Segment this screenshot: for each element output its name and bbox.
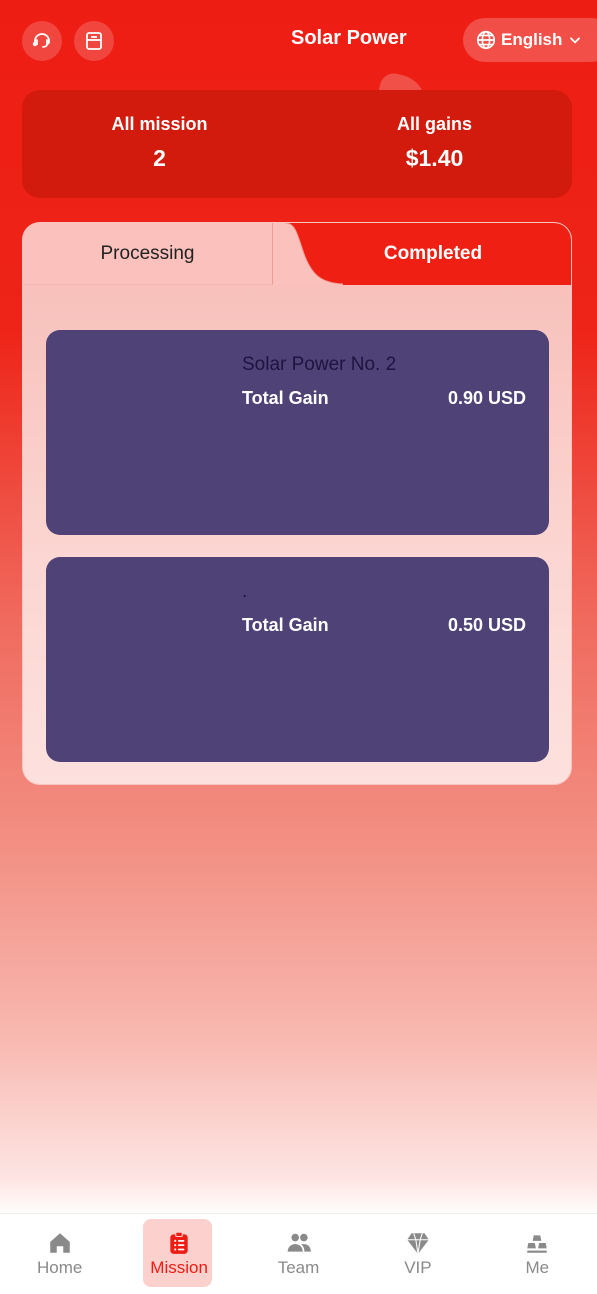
messages-button[interactable] <box>74 21 114 61</box>
total-gain-value: 0.50 USD <box>447 615 526 635</box>
nav-label-vip: VIP <box>404 1258 432 1277</box>
customer-service-button[interactable] <box>22 21 62 61</box>
all-gains-value: $1.40 <box>405 145 464 171</box>
summary-card: All mission 2 All gains $1.40 <box>22 90 572 198</box>
nav-label-me: Me <box>525 1258 550 1277</box>
nav-label-home: Home <box>37 1258 83 1277</box>
gold-bars-icon <box>527 1235 548 1253</box>
all-gains-stat: All gains $1.40 <box>297 90 572 198</box>
home-icon <box>49 1233 70 1253</box>
all-mission-label: All mission <box>111 114 208 134</box>
nav-label-mission: Mission <box>150 1258 208 1277</box>
mission-page: Solar Power English All mission 2 All ga… <box>0 0 597 1294</box>
all-gains-label: All gains <box>396 114 472 134</box>
language-selector[interactable]: English <box>463 18 597 62</box>
nav-item-mission[interactable]: Mission <box>119 1214 238 1294</box>
nav-item-team[interactable]: Team <box>239 1214 358 1294</box>
language-label: English <box>501 30 563 49</box>
mission-name: . <box>242 581 248 602</box>
nav-item-vip[interactable]: VIP <box>358 1214 477 1294</box>
nav-item-me[interactable]: Me <box>478 1214 597 1294</box>
all-mission-stat: All mission 2 <box>22 90 297 198</box>
page-title: Solar Power <box>291 27 407 49</box>
globe-icon <box>476 30 496 50</box>
mission-card[interactable]: . Total Gain 0.50 USD <box>46 557 549 762</box>
chevron-down-icon <box>570 37 581 44</box>
diamond-icon <box>407 1233 429 1254</box>
total-gain-value: 0.90 USD <box>447 388 526 408</box>
nav-label-team: Team <box>277 1258 320 1277</box>
team-icon <box>287 1233 311 1252</box>
tab-curve-decoration <box>273 223 343 285</box>
bottom-nav: Home Mission Team VIP Me <box>0 1213 597 1294</box>
mission-tabs: Processing Completed <box>23 223 571 285</box>
clipboard-list-icon <box>170 1231 188 1254</box>
nav-item-home[interactable]: Home <box>0 1214 119 1294</box>
mission-name: Solar Power No. 2 <box>242 354 397 375</box>
total-gain-label: Total Gain <box>242 388 329 408</box>
tab-processing[interactable]: Processing <box>23 223 273 285</box>
mission-panel: Processing Completed Solar Power No. 2 T… <box>22 222 572 785</box>
mission-card[interactable]: Solar Power No. 2 Total Gain 0.90 USD <box>46 330 549 535</box>
all-mission-value: 2 <box>153 145 166 171</box>
headset-icon <box>32 33 50 48</box>
mailbox-icon <box>86 32 102 50</box>
total-gain-label: Total Gain <box>242 615 329 635</box>
